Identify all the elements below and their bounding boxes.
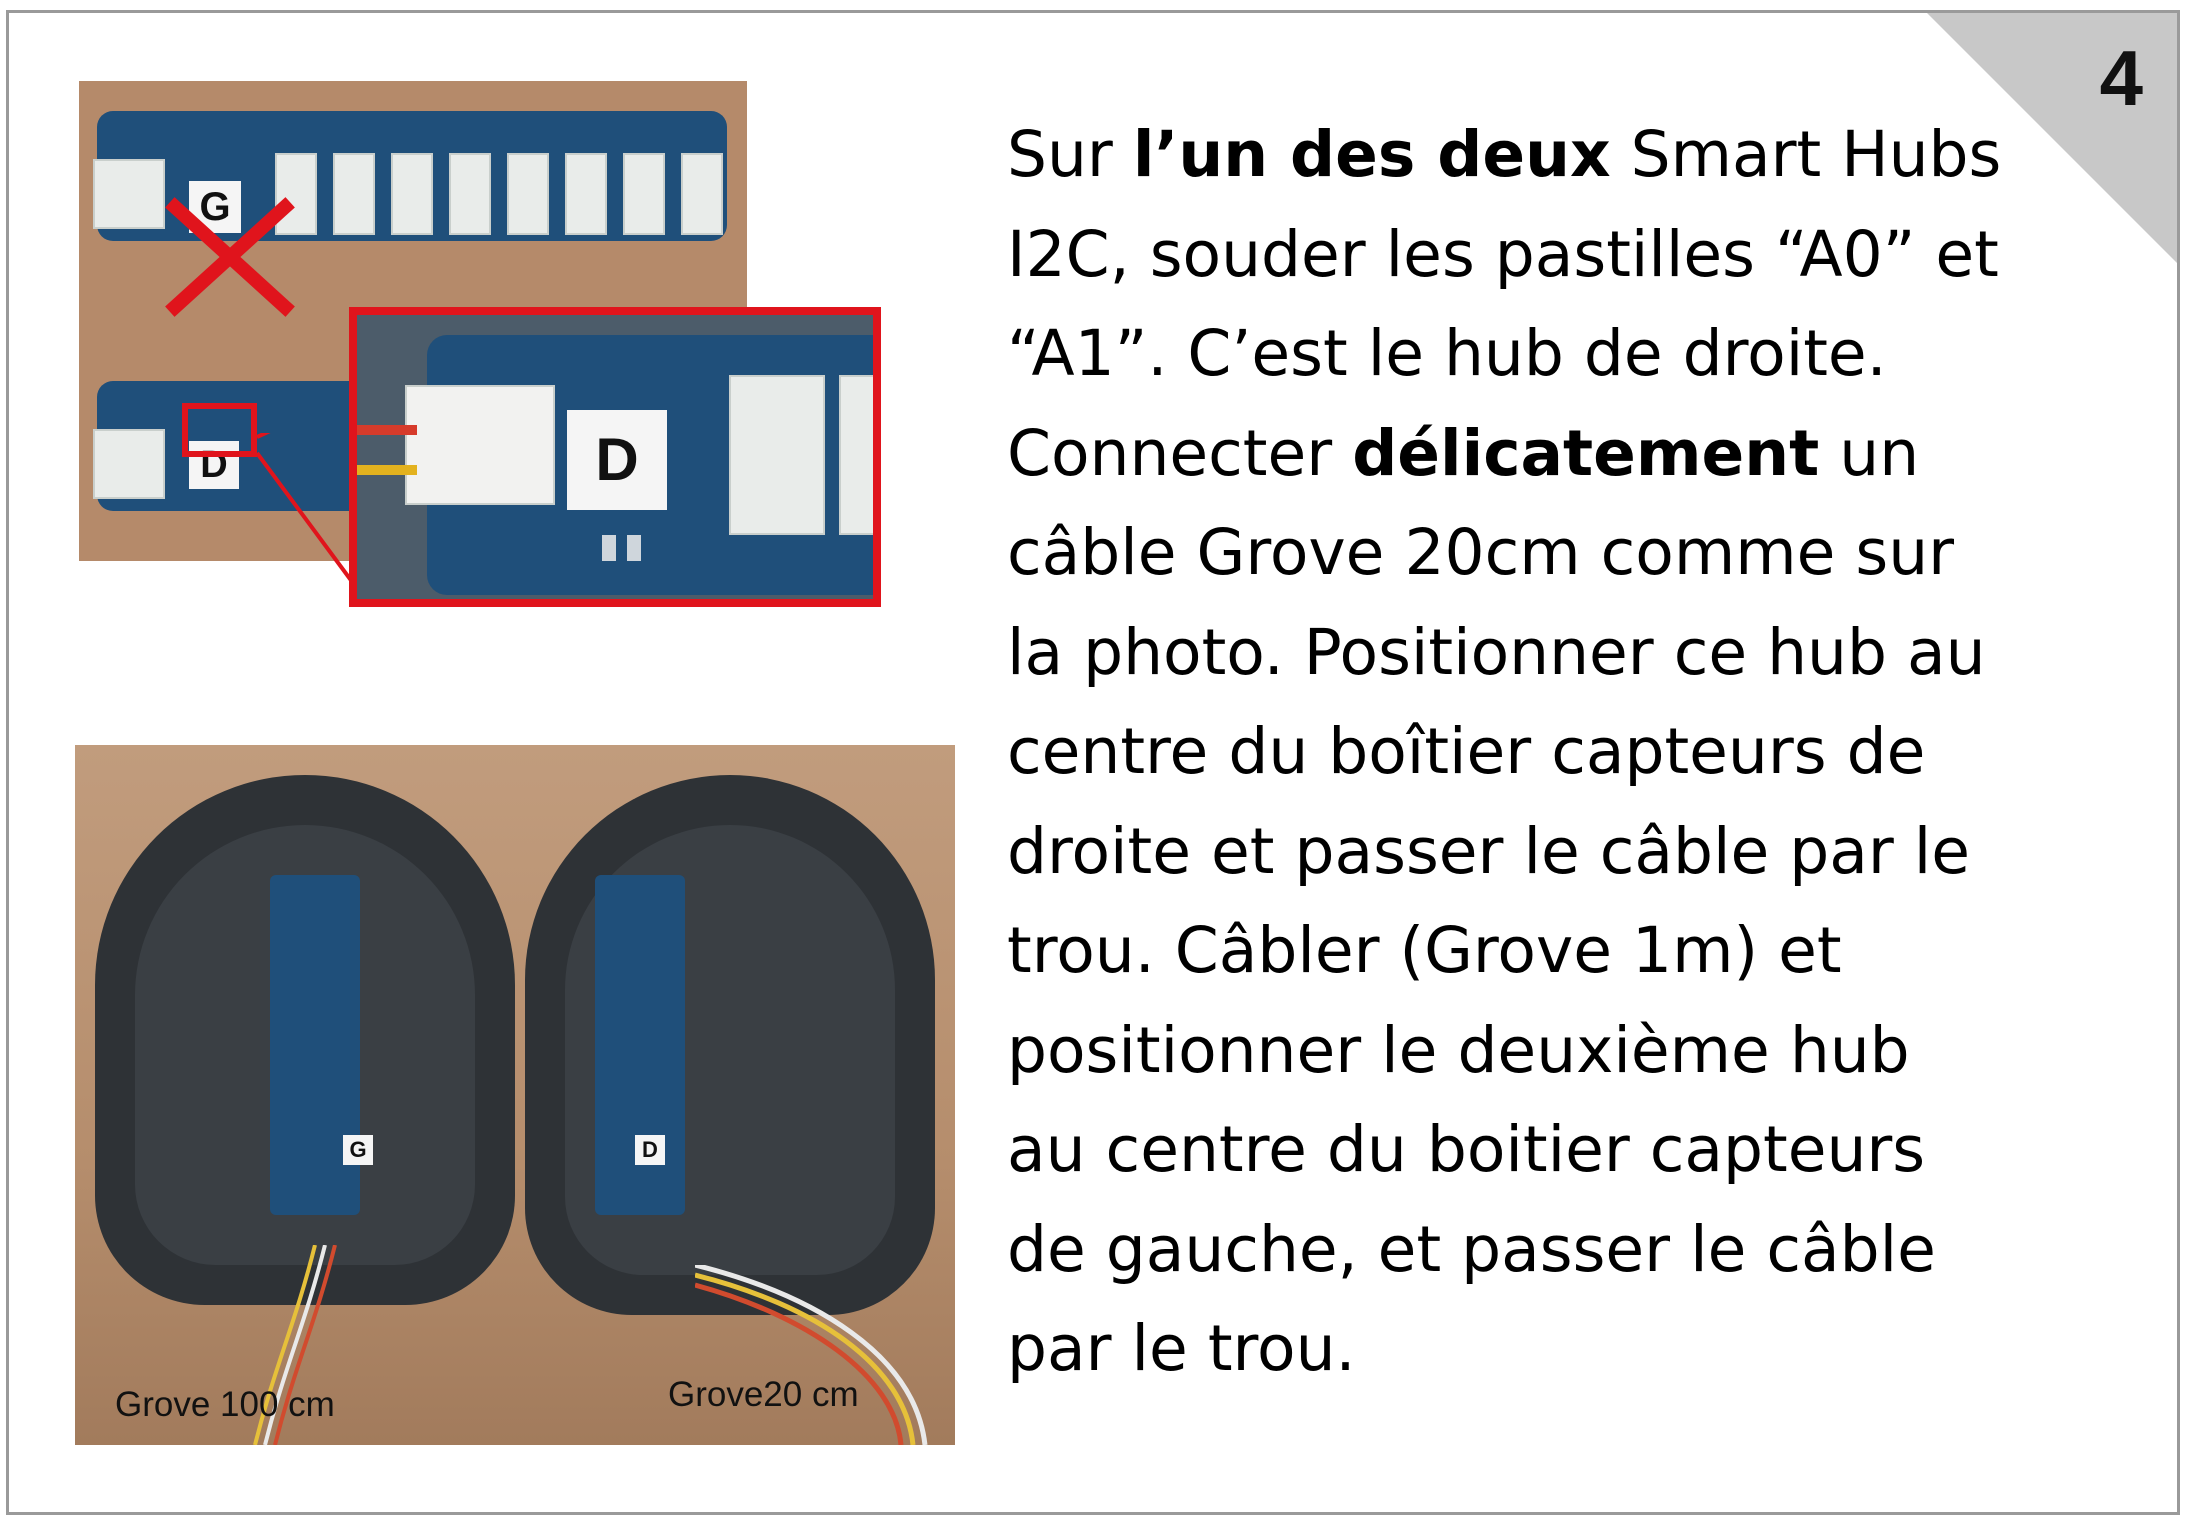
zoom-callout-lines <box>255 433 355 585</box>
instruction-line: trou. Câbler (Grove 1m) et <box>1007 901 2127 1001</box>
instruction-line: la photo. Positionner ce hub au <box>1007 603 2127 703</box>
instruction-line: positionner le deuxième hub <box>1007 1001 2127 1101</box>
instruction-text-run: au centre du boitier capteurs <box>1007 1113 1926 1186</box>
cross-mark-icon <box>165 197 295 317</box>
instruction-line: câble Grove 20cm comme sur <box>1007 503 2127 603</box>
instruction-line: I2C, souder les pastilles “A0” et <box>1007 205 2127 305</box>
red-wire <box>357 425 417 435</box>
instruction-line: par le trou. <box>1007 1299 2127 1399</box>
instruction-text-run: trou. Câbler (Grove 1m) et <box>1007 914 1842 987</box>
hub-connector <box>449 153 491 235</box>
instruction-line: Sur l’un des deux Smart Hubs <box>1007 105 2127 205</box>
hub-connector <box>333 153 375 235</box>
caption-grove-20cm: Grove20 cm <box>668 1375 859 1414</box>
instruction-line: Connecter délicatement un <box>1007 404 2127 504</box>
instruction-line: droite et passer le câble par le <box>1007 802 2127 902</box>
left-hub-label-g: G <box>343 1135 373 1165</box>
grove-cable-20cm <box>695 1265 928 1445</box>
zoomed-connector <box>729 375 825 535</box>
hub-connector <box>507 153 549 235</box>
instruction-text-run: un <box>1819 416 1920 490</box>
instruction-text: Sur l’un des deux Smart Hubs I2C, souder … <box>1007 105 2127 1399</box>
hub-connector <box>623 153 665 235</box>
solder-pad-highlight <box>182 403 257 457</box>
instruction-text-run: Connecter <box>1007 416 1353 490</box>
instruction-bold-text: l’un des deux <box>1132 118 1611 191</box>
sensor-cases-photo: G D Grove 100 cm Grove20 cm <box>75 745 955 1445</box>
hub-connector <box>93 159 165 229</box>
solder-pad-a0 <box>602 535 616 561</box>
instruction-text-run: Sur <box>1007 118 1133 191</box>
instruction-line: au centre du boitier capteurs <box>1007 1100 2127 1200</box>
yellow-wire <box>357 465 417 475</box>
instruction-text-run: de gauche, et passer le câble <box>1007 1212 1936 1286</box>
instruction-line: centre du boîtier capteurs de <box>1007 702 2127 802</box>
instruction-text-run: centre du boîtier capteurs de <box>1007 715 1926 788</box>
instruction-text-run: par le trou. <box>1007 1312 1356 1385</box>
zoom-inset-photo: D <box>349 307 881 607</box>
instruction-card: 4 G D D G D Grove 100 cm Grove20 cm Sur … <box>6 10 2180 1515</box>
hub-connector <box>391 153 433 235</box>
zoomed-label-d: D <box>567 410 667 510</box>
hub-connector <box>565 153 607 235</box>
instruction-text-run: Smart Hubs <box>1610 118 2002 191</box>
hub-connector <box>93 429 165 499</box>
instruction-text-run: positionner le deuxième hub <box>1007 1013 1910 1087</box>
instruction-text-run: “A1”. C’est le hub de droite. <box>1007 317 1887 390</box>
instruction-bold-text: délicatement <box>1352 416 1820 490</box>
zoomed-connector <box>839 375 873 535</box>
caption-grove-100cm: Grove 100 cm <box>115 1385 335 1424</box>
instruction-text-run: I2C, souder les pastilles “A0” et <box>1007 217 1999 291</box>
solder-pad-a1 <box>627 535 641 561</box>
instruction-text-run: câble Grove 20cm comme sur <box>1007 516 1955 589</box>
hub-connector <box>681 153 723 235</box>
instruction-text-run: la photo. Positionner ce hub au <box>1007 615 1986 689</box>
instruction-line: de gauche, et passer le câble <box>1007 1200 2127 1300</box>
right-hub-label-d: D <box>635 1135 665 1165</box>
grove-plug <box>405 385 555 505</box>
instruction-line: “A1”. C’est le hub de droite. <box>1007 304 2127 404</box>
instruction-text-run: droite et passer le câble par le <box>1007 814 1971 888</box>
